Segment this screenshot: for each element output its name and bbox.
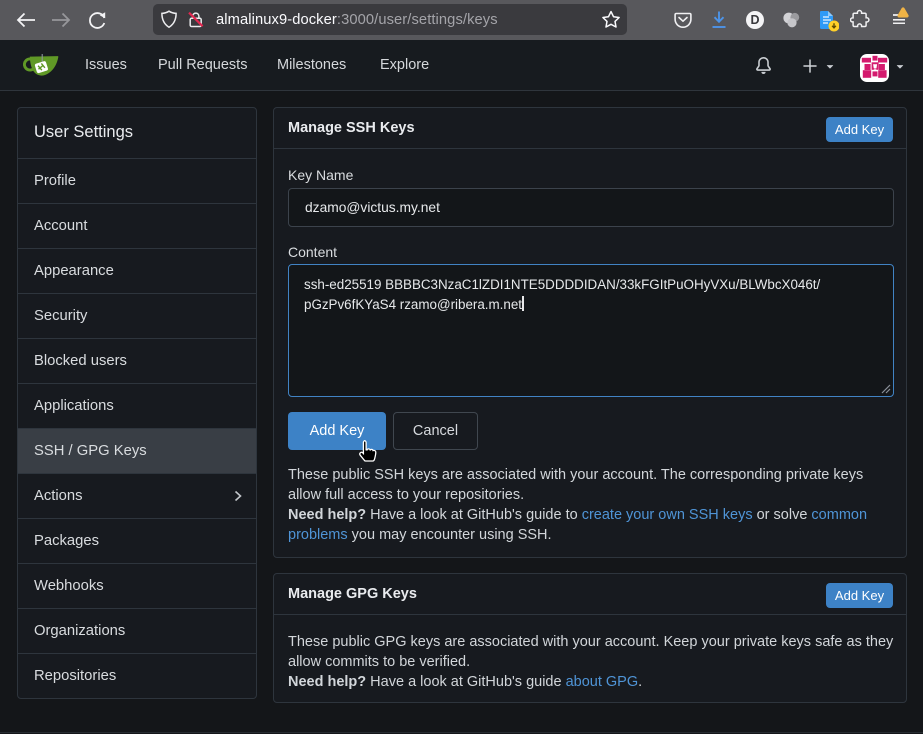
svg-text:D: D	[750, 13, 759, 27]
